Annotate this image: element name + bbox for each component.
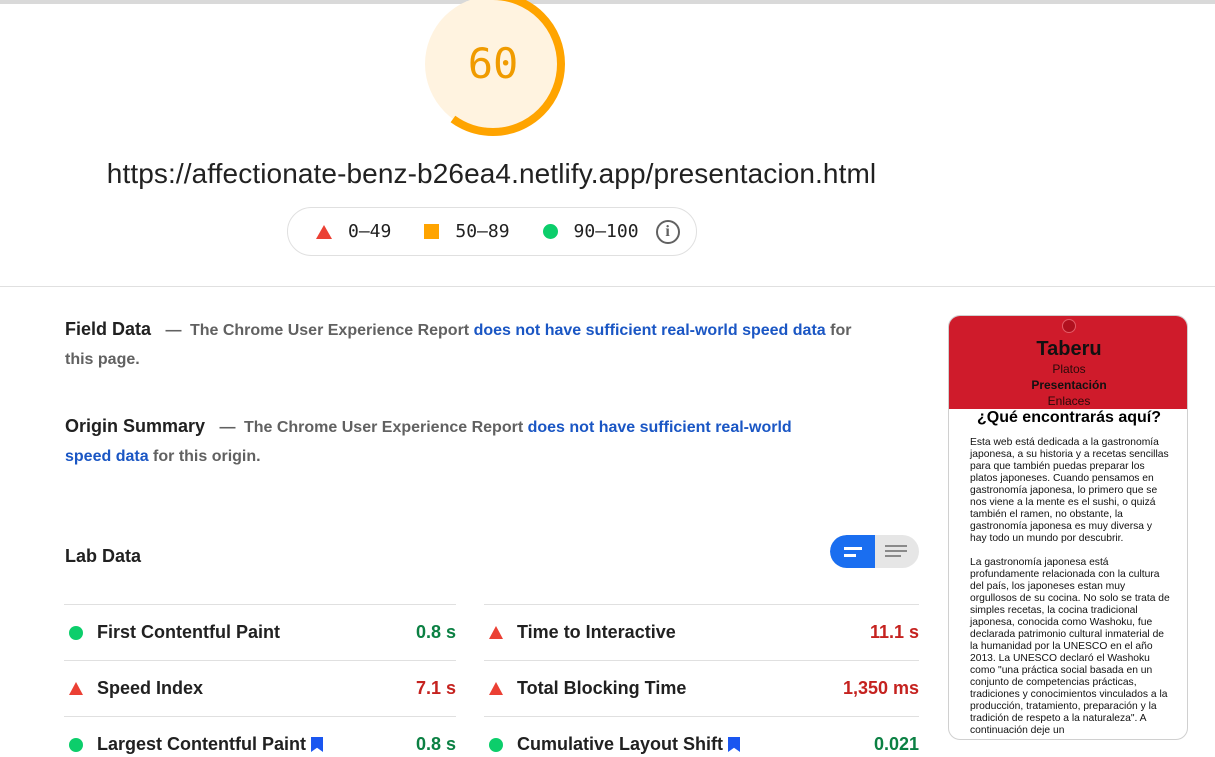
final-screenshot-thumbnail[interactable]: Taberu Platos Presentación Enlaces ¿Qué … bbox=[948, 315, 1188, 740]
lab-data-heading: Lab Data bbox=[65, 546, 142, 566]
metric-label-text: Total Blocking Time bbox=[517, 678, 687, 698]
metric-cumulative-layout-shift: Cumulative Layout Shift 0.021 bbox=[484, 716, 919, 757]
compact-view-icon-line1 bbox=[844, 547, 862, 550]
origin-summary-dash: — bbox=[219, 419, 236, 436]
thumbnail-paragraph: Esta web está dedicada a la gastronomía … bbox=[970, 437, 1169, 544]
metric-time-to-interactive: Time to Interactive 11.1 s bbox=[484, 604, 919, 660]
metric-label: Time to Interactive bbox=[517, 622, 676, 643]
info-icon[interactable]: i bbox=[655, 219, 680, 244]
expanded-view-icon-line1 bbox=[885, 545, 907, 547]
poor-indicator-icon bbox=[489, 626, 503, 639]
thumbnail-heading: ¿Qué encontrarás aquí? bbox=[976, 409, 1162, 426]
metric-label-text: Time to Interactive bbox=[517, 622, 676, 642]
metric-label-text: First Contentful Paint bbox=[97, 622, 280, 642]
good-indicator-icon bbox=[489, 737, 503, 752]
thumbnail-nav-platos: Platos bbox=[1052, 362, 1086, 376]
metric-first-contentful-paint: First Contentful Paint 0.8 s bbox=[64, 604, 456, 660]
thumbnail-nav-enlaces: Enlaces bbox=[1047, 394, 1091, 408]
metric-value: 1,350 ms bbox=[842, 678, 919, 698]
metric-label: Cumulative Layout Shift bbox=[517, 734, 741, 755]
metric-label: Speed Index bbox=[97, 678, 203, 699]
site-logo-icon bbox=[1062, 319, 1076, 333]
metric-value: 7.1 s bbox=[415, 678, 456, 698]
thumbnail-site-title: Taberu bbox=[1036, 338, 1102, 360]
performance-score: 60 bbox=[467, 39, 519, 88]
metric-value: 0.021 bbox=[873, 734, 919, 754]
thumbnail-nav-presentacion: Presentación bbox=[1031, 378, 1107, 392]
metric-label: Largest Contentful Paint bbox=[97, 734, 324, 755]
score-legend: 0–49 50–89 90–100 i bbox=[287, 207, 697, 256]
metric-label-text: Cumulative Layout Shift bbox=[517, 734, 724, 754]
poor-indicator-icon bbox=[69, 682, 83, 695]
expanded-view-icon-line2 bbox=[885, 550, 907, 552]
legend-good: 90–100 bbox=[542, 221, 639, 242]
metric-speed-index: Speed Index 7.1 s bbox=[64, 660, 456, 716]
expanded-view-icon-line3 bbox=[885, 555, 901, 557]
field-data-prefix: The Chrome User Experience Report bbox=[189, 322, 470, 339]
metric-value: 0.8 s bbox=[415, 622, 456, 642]
origin-summary-prefix: The Chrome User Experience Report bbox=[243, 419, 524, 436]
metric-largest-contentful-paint: Largest Contentful Paint 0.8 s bbox=[64, 716, 456, 757]
metrics-left-column: First Contentful Paint 0.8 s Speed Index… bbox=[64, 604, 456, 757]
legend-poor-label: 0–49 bbox=[348, 221, 392, 242]
top-border bbox=[0, 0, 1215, 4]
orange-square-icon bbox=[424, 224, 440, 239]
thumbnail-body: Esta web está dedicada a la gastronomía … bbox=[970, 437, 1170, 739]
green-circle-icon bbox=[542, 224, 558, 239]
metrics-view-toggle[interactable] bbox=[830, 535, 919, 568]
legend-good-label: 90–100 bbox=[573, 221, 639, 242]
compact-view-button[interactable] bbox=[830, 535, 875, 568]
bookmark-icon bbox=[728, 737, 741, 752]
legend-average-label: 50–89 bbox=[455, 221, 510, 242]
field-data-section: Field Data — The Chrome User Experience … bbox=[65, 315, 855, 374]
field-data-heading: Field Data bbox=[65, 319, 152, 339]
origin-summary-suffix: for this origin. bbox=[153, 448, 261, 465]
field-data-link[interactable]: does not have sufficient real-world spee… bbox=[474, 322, 826, 339]
thumbnail-site-header: Taberu Platos Presentación Enlaces bbox=[949, 316, 1187, 409]
compact-view-icon-line2 bbox=[844, 554, 856, 557]
section-divider bbox=[0, 286, 1215, 287]
field-data-dash: — bbox=[165, 322, 182, 339]
metric-label-text: Largest Contentful Paint bbox=[97, 734, 307, 754]
thumbnail-paragraph: La gastronomía japonesa está profundamen… bbox=[970, 557, 1170, 736]
metric-label-text: Speed Index bbox=[97, 678, 204, 698]
good-indicator-icon bbox=[69, 737, 83, 752]
bookmark-icon bbox=[311, 737, 324, 752]
metric-value: 11.1 s bbox=[869, 622, 919, 642]
good-indicator-icon bbox=[69, 625, 83, 640]
origin-summary-heading: Origin Summary bbox=[65, 416, 206, 436]
legend-poor: 0–49 bbox=[316, 221, 391, 242]
legend-average: 50–89 bbox=[424, 221, 510, 242]
metric-value: 0.8 s bbox=[415, 734, 456, 754]
metric-label: Total Blocking Time bbox=[517, 678, 686, 699]
performance-score-gauge: 60 bbox=[420, 0, 566, 137]
metrics-right-column: Time to Interactive 11.1 s Total Blockin… bbox=[484, 604, 919, 757]
report-url: https://affectionate-benz-b26ea4.netlify… bbox=[106, 158, 877, 189]
origin-summary-section: Origin Summary — The Chrome User Experie… bbox=[65, 412, 835, 471]
poor-indicator-icon bbox=[489, 682, 503, 695]
metric-total-blocking-time: Total Blocking Time 1,350 ms bbox=[484, 660, 919, 716]
red-triangle-icon bbox=[316, 224, 332, 239]
metric-label: First Contentful Paint bbox=[97, 622, 280, 643]
